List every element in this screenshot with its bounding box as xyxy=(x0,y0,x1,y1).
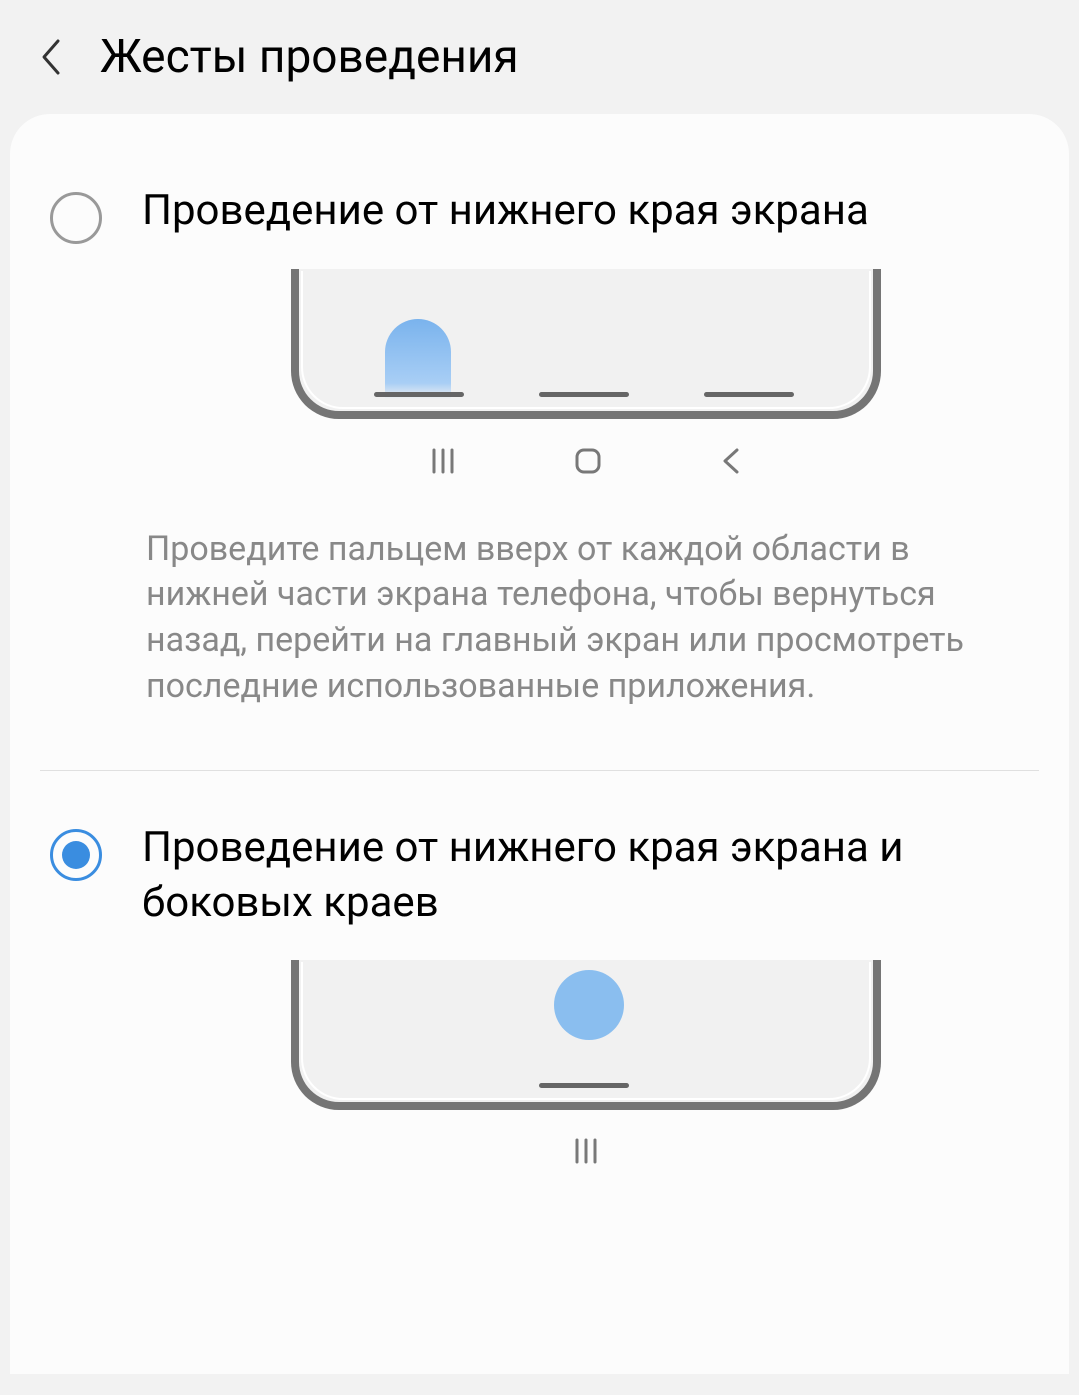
back-button[interactable] xyxy=(30,37,70,77)
radio-button-selected[interactable] xyxy=(50,829,102,881)
gesture-bar-icon xyxy=(704,392,794,397)
recents-icon xyxy=(430,448,456,478)
gesture-bar-icon xyxy=(374,392,464,397)
option-content: Проведение от нижнего края экрана и боко… xyxy=(142,821,1029,1178)
option-title: Проведение от нижнего края экрана xyxy=(142,184,1029,239)
option-description: Проведите пальцем вверх от каждой област… xyxy=(142,527,1029,731)
option-title: Проведение от нижнего края экрана и боко… xyxy=(142,821,1029,930)
radio-button[interactable] xyxy=(50,192,102,244)
recents-icon xyxy=(573,1138,599,1168)
touch-indicator-icon xyxy=(554,970,624,1040)
phone-illustration-single-bar xyxy=(291,960,881,1178)
chevron-left-icon xyxy=(37,37,63,77)
phone-illustration-three-bars xyxy=(291,269,881,507)
divider xyxy=(40,770,1039,771)
back-icon xyxy=(721,447,741,479)
page-title: Жесты проведения xyxy=(100,30,519,84)
content-card: Проведение от нижнего края экрана xyxy=(10,114,1069,1374)
gesture-bar-icon xyxy=(539,1083,629,1088)
swipe-indicator-icon xyxy=(385,319,451,399)
option-content: Проведение от нижнего края экрана xyxy=(142,184,1029,730)
home-icon xyxy=(574,447,602,479)
header: Жесты проведения xyxy=(0,0,1079,114)
option-swipe-bottom-and-sides[interactable]: Проведение от нижнего края экрана и боко… xyxy=(40,801,1039,1198)
option-swipe-bottom[interactable]: Проведение от нижнего края экрана xyxy=(40,164,1039,750)
gesture-bar-icon xyxy=(539,392,629,397)
